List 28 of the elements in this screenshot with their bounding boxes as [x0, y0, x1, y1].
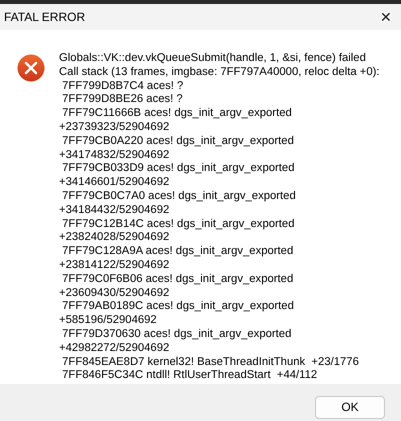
message-line: 7FF846F5C34C ntdll! RtlUserThreadStart +44/112: [61, 369, 318, 384]
message-line: +34184432/52904692: [59, 204, 170, 218]
ok-button[interactable]: OK: [315, 396, 385, 418]
message-line: 7FF79D370630 aces! dgs_init_argv_exported: [61, 328, 292, 342]
message-line: +34174832/52904692: [59, 148, 170, 162]
close-button[interactable]: ✕: [371, 4, 401, 30]
message-line: 7FF845EAE8D7 kernel32! BaseThreadInitThunk +23/1776: [61, 356, 360, 370]
message-line: +585196/52904692: [59, 314, 158, 328]
message-line: 7FF79CB033D9 aces! dgs_init_argv_exported: [61, 162, 296, 176]
message-line: +23609430/52904692: [59, 286, 170, 300]
message-line: +23814122/52904692: [59, 258, 170, 273]
message-line: +42982272/52904692: [59, 342, 170, 356]
message-line: 7FF79C0F6B06 aces! dgs_init_argv_exported: [61, 272, 294, 287]
message-line: 7FF79C128A9A aces! dgs_init_argv_exported: [61, 245, 294, 259]
message-line: 7FF79AB0189C aces! dgs_init_argv_exported: [61, 300, 295, 314]
message-line: +23739323/52904692: [59, 120, 170, 135]
message-line: Globals::VK::dev.vkQueueSubmit(handle, 1, &si, fence) failed: [59, 52, 367, 66]
error-icon: [17, 54, 45, 82]
message-line: 7FF799D8B7C4 aces! ?: [61, 80, 184, 94]
message-line: +23824028/52904692: [59, 231, 170, 246]
message-line: +34146601/52904692: [59, 176, 170, 190]
window-title: FATAL ERROR: [3, 10, 86, 24]
message-line: Call stack (13 frames, imgbase: 7FF797A40000, reloc delta +0):: [59, 66, 380, 80]
message-line: 7FF79CB0C7A0 aces! dgs_init_argv_exported: [61, 190, 297, 204]
message-line: 7FF799D8BE26 aces! ?: [61, 93, 184, 108]
message-line: 7FF79C12B14C aces! dgs_init_argv_exported: [61, 218, 296, 232]
message-line: 7FF79CB0A220 aces! dgs_init_argv_exported: [61, 134, 295, 149]
message-line: 7FF79C11666B aces! dgs_init_argv_exported: [61, 107, 293, 121]
